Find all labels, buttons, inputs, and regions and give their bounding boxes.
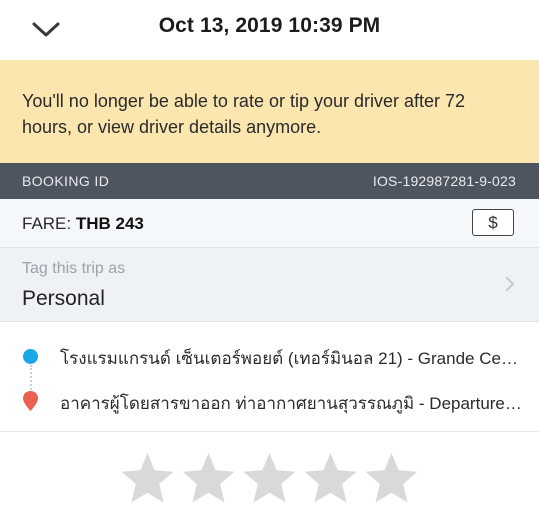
trip-locations: โรงแรมแกรนด์ เซ็นเตอร์พอยต์ (เทอร์มินอล … xyxy=(0,322,539,432)
fare-label: FARE: xyxy=(22,214,72,233)
pickup-address: โรงแรมแกรนด์ เซ็นเตอร์พอยต์ (เทอร์มินอล … xyxy=(60,349,522,368)
tag-value: Personal xyxy=(22,287,105,310)
tag-caption: Tag this trip as xyxy=(22,260,126,277)
booking-id-value: IOS-192987281-9-023 xyxy=(372,173,516,189)
page-title: Oct 13, 2019 10:39 PM xyxy=(158,14,381,37)
star-rating xyxy=(120,452,419,504)
expiry-notice: You'll no longer be able to rate or tip … xyxy=(0,60,539,163)
pickup-dot-icon xyxy=(23,349,38,364)
trip-detail-screen: Oct 13, 2019 10:39 PM You'll no longer b… xyxy=(0,0,539,525)
route-connector xyxy=(30,365,32,393)
star-icon-5[interactable] xyxy=(364,452,419,504)
header-bar: Oct 13, 2019 10:39 PM xyxy=(0,0,539,60)
star-icon-1[interactable] xyxy=(120,452,175,504)
booking-id-label: BOOKING ID xyxy=(22,173,110,189)
dropoff-pin-icon xyxy=(23,391,38,411)
star-icon-4[interactable] xyxy=(303,452,358,504)
fare-row: FARE: THB 243 $ xyxy=(0,199,539,248)
fare-value: THB 243 xyxy=(75,214,144,233)
rating-section xyxy=(0,432,539,525)
fare-text: FARE: THB 243 xyxy=(22,214,144,234)
booking-id-bar: BOOKING ID IOS-192987281-9-023 xyxy=(0,163,539,199)
cash-icon: $ xyxy=(488,212,498,232)
star-icon-3[interactable] xyxy=(242,452,297,504)
dropoff-address: อาคารผู้โดยสารขาออก ท่าอากาศยานสุวรรณภูม… xyxy=(60,394,522,413)
tag-trip-row[interactable]: Tag this trip as Personal xyxy=(0,248,539,322)
chevron-right-icon xyxy=(506,277,514,291)
star-icon-2[interactable] xyxy=(181,452,236,504)
payment-method-badge[interactable]: $ xyxy=(472,209,514,236)
